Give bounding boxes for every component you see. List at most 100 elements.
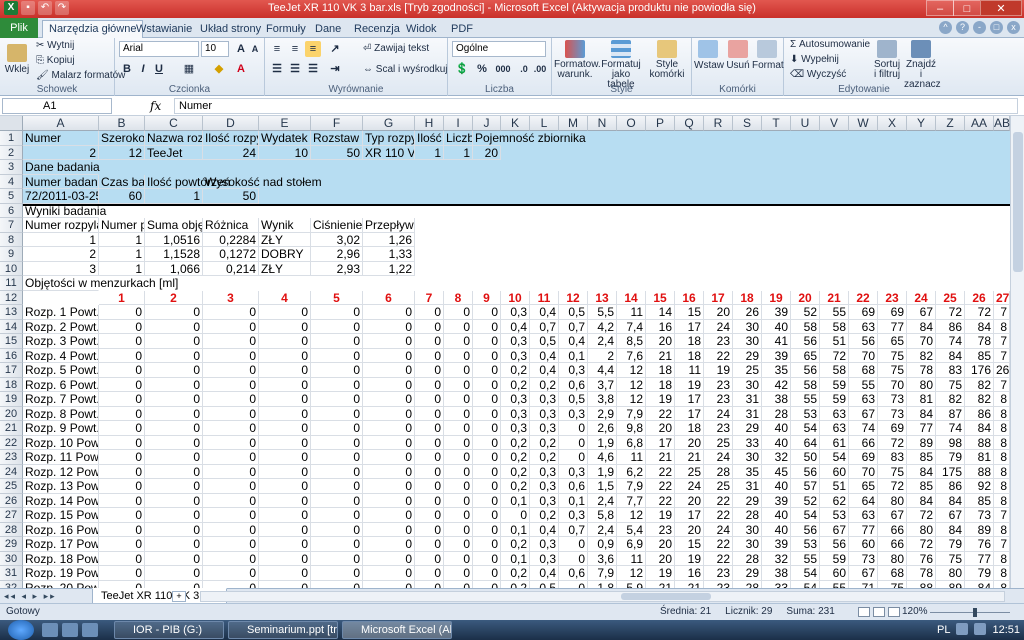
- cell[interactable]: 0: [145, 435, 203, 450]
- cell[interactable]: 41: [762, 334, 791, 349]
- column-header[interactable]: L: [530, 116, 559, 131]
- cell[interactable]: 63: [849, 319, 878, 334]
- cell[interactable]: 40: [762, 319, 791, 334]
- cell[interactable]: 2: [23, 247, 99, 262]
- cell[interactable]: 0: [145, 363, 203, 378]
- cell[interactable]: 66: [878, 537, 907, 552]
- percent-button[interactable]: %: [474, 61, 490, 77]
- cell[interactable]: 58: [791, 319, 820, 334]
- cell[interactable]: 28: [733, 508, 762, 523]
- position-header[interactable]: 4: [259, 290, 311, 305]
- cell[interactable]: 0,2284: [203, 232, 259, 247]
- cell[interactable]: 23: [646, 522, 675, 537]
- cell[interactable]: 0: [259, 464, 311, 479]
- cell[interactable]: 22: [646, 464, 675, 479]
- cell[interactable]: 58: [820, 319, 849, 334]
- cell[interactable]: 0,7: [530, 319, 559, 334]
- row-label[interactable]: Rozp. 4 Powt.: [23, 348, 99, 363]
- cell[interactable]: 54: [820, 450, 849, 465]
- cell[interactable]: 0,2: [530, 435, 559, 450]
- tab-insert[interactable]: Wstawianie: [130, 21, 198, 37]
- currency-icon[interactable]: 💲: [454, 61, 470, 77]
- header-cell[interactable]: Wydatek p: [259, 131, 311, 146]
- section-label[interactable]: Dane badania: [23, 160, 100, 175]
- cell[interactable]: 75: [936, 377, 965, 392]
- cell[interactable]: 76: [907, 551, 936, 566]
- cell[interactable]: 0: [145, 421, 203, 436]
- cell[interactable]: 66: [849, 435, 878, 450]
- header-cell[interactable]: Wynik: [259, 218, 311, 233]
- cell[interactable]: 0: [473, 464, 501, 479]
- cell[interactable]: 57: [791, 479, 820, 494]
- cell[interactable]: 0: [363, 392, 415, 407]
- cell[interactable]: 74: [936, 334, 965, 349]
- cell[interactable]: 84: [936, 348, 965, 363]
- cell[interactable]: ZŁY: [259, 261, 311, 276]
- cell[interactable]: 0,3: [501, 348, 530, 363]
- cell[interactable]: 0: [259, 334, 311, 349]
- pinned-media-icon[interactable]: [82, 623, 98, 637]
- cell[interactable]: 0: [259, 392, 311, 407]
- cell[interactable]: 0: [145, 305, 203, 320]
- cell[interactable]: 0: [415, 551, 444, 566]
- cell[interactable]: 0: [203, 348, 259, 363]
- position-header[interactable]: 11: [530, 290, 559, 305]
- cell[interactable]: 0: [444, 537, 473, 552]
- cell[interactable]: 4,4: [588, 363, 617, 378]
- row-header[interactable]: 16: [0, 348, 23, 363]
- cell[interactable]: 56: [849, 334, 878, 349]
- row-label[interactable]: Rozp. 3 Powt.: [23, 334, 99, 349]
- cell[interactable]: 22: [646, 406, 675, 421]
- column-header[interactable]: B: [99, 116, 145, 131]
- cell[interactable]: 0: [415, 566, 444, 581]
- cell[interactable]: 12: [99, 145, 145, 160]
- cell[interactable]: 0: [145, 537, 203, 552]
- cell[interactable]: 68: [878, 566, 907, 581]
- cell[interactable]: 73: [965, 508, 994, 523]
- cell[interactable]: 0: [363, 464, 415, 479]
- cell[interactable]: 0: [259, 406, 311, 421]
- cell[interactable]: 8: [994, 464, 1010, 479]
- cell[interactable]: 1,1528: [145, 247, 203, 262]
- zoom-slider[interactable]: [930, 612, 1010, 613]
- cell[interactable]: 1: [23, 232, 99, 247]
- cell[interactable]: 88: [965, 435, 994, 450]
- cell[interactable]: 86: [936, 319, 965, 334]
- cell[interactable]: 30: [733, 522, 762, 537]
- cell[interactable]: 20: [675, 435, 704, 450]
- header-cell[interactable]: Numer: [23, 131, 99, 146]
- sort-filter-button[interactable]: Sortuj i filtruj: [872, 40, 902, 80]
- cell[interactable]: 0: [311, 435, 363, 450]
- tab-pdf[interactable]: PDF: [445, 21, 479, 37]
- row-header[interactable]: 21: [0, 421, 23, 436]
- row-header[interactable]: 17: [0, 363, 23, 378]
- cell[interactable]: 67: [849, 406, 878, 421]
- cell[interactable]: 20: [646, 537, 675, 552]
- cell[interactable]: 0: [473, 363, 501, 378]
- cell[interactable]: 0: [444, 363, 473, 378]
- cell[interactable]: 26: [994, 363, 1010, 378]
- cell[interactable]: 0: [473, 392, 501, 407]
- cell[interactable]: 1,33: [363, 247, 415, 262]
- cell[interactable]: 0: [203, 551, 259, 566]
- position-header[interactable]: 18: [733, 290, 762, 305]
- cell[interactable]: 76: [965, 537, 994, 552]
- cell[interactable]: 0: [203, 450, 259, 465]
- cell[interactable]: 0: [99, 435, 145, 450]
- cell[interactable]: 11: [675, 363, 704, 378]
- italic-button[interactable]: I: [135, 61, 151, 77]
- cell[interactable]: 88: [965, 464, 994, 479]
- cell[interactable]: 19: [646, 566, 675, 581]
- cell[interactable]: 1,9: [588, 435, 617, 450]
- cell[interactable]: 0: [145, 464, 203, 479]
- cell[interactable]: 83: [936, 363, 965, 378]
- cell[interactable]: 0: [99, 537, 145, 552]
- cell[interactable]: 67: [849, 566, 878, 581]
- row-label[interactable]: Rozp. 16 Pow: [23, 522, 99, 537]
- cell[interactable]: 0,1: [559, 348, 588, 363]
- cell[interactable]: 85: [965, 493, 994, 508]
- cell[interactable]: 0: [203, 493, 259, 508]
- column-header[interactable]: Z: [936, 116, 965, 131]
- cell[interactable]: 0: [444, 348, 473, 363]
- cell[interactable]: 1,5: [588, 479, 617, 494]
